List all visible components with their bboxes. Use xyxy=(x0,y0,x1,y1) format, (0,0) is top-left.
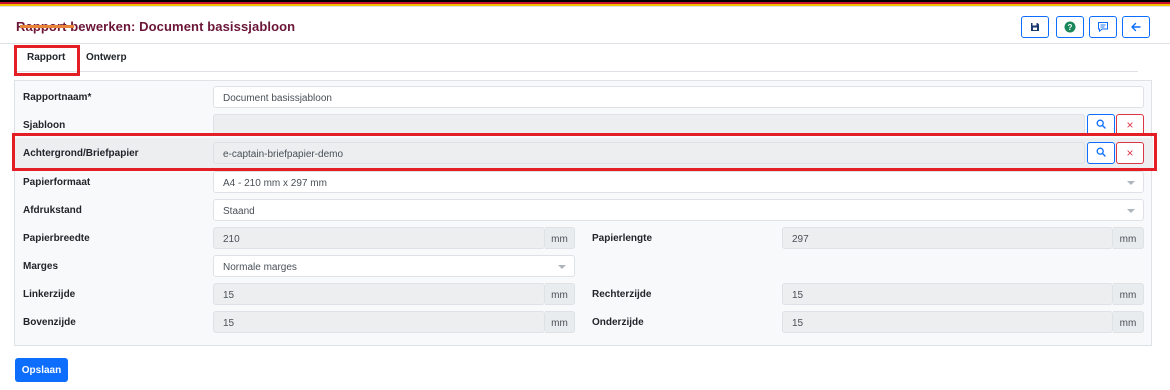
label-papierbreedte: Papierbreedte xyxy=(23,233,90,244)
tab-bar: Rapport Ontwerp xyxy=(14,44,1138,72)
papierbreedte-input[interactable]: 210 xyxy=(213,227,545,249)
search-icon xyxy=(1096,116,1106,134)
rapportnaam-input[interactable]: Document basissjabloon xyxy=(213,86,1144,108)
save-icon xyxy=(1030,22,1040,32)
help-icon-button[interactable]: ? xyxy=(1056,16,1084,38)
highlight-box-tab xyxy=(14,45,80,76)
help-icon: ? xyxy=(1064,21,1076,33)
highlight-box-achtergrond xyxy=(12,133,1157,171)
label-rechterzijde: Rechterzijde xyxy=(592,289,652,300)
bovenzijde-input[interactable]: 15 xyxy=(213,311,545,333)
papierlengte-input[interactable]: 297 xyxy=(782,227,1113,249)
save-icon-button[interactable] xyxy=(1021,16,1049,38)
label-marges: Marges xyxy=(23,261,59,272)
comment-icon xyxy=(1097,21,1109,33)
label-sjabloon: Sjabloon xyxy=(23,120,66,131)
papierlengte-unit: mm xyxy=(1113,227,1144,249)
linkerzijde-input[interactable]: 15 xyxy=(213,283,545,305)
afdrukstand-select[interactable]: Staand xyxy=(213,199,1144,221)
close-icon: × xyxy=(1126,118,1134,132)
linkerzijde-unit: mm xyxy=(545,283,575,305)
label-papierlengte: Papierlengte xyxy=(592,233,653,244)
label-onderzijde: Onderzijde xyxy=(592,317,644,328)
tab-ontwerp[interactable]: Ontwerp xyxy=(86,52,127,63)
marges-select[interactable]: Normale marges xyxy=(213,255,575,277)
label-rapportnaam: Rapportnaam* xyxy=(23,92,92,103)
save-button[interactable]: Opslaan xyxy=(15,358,68,382)
papierformaat-select[interactable]: A4 - 210 mm x 297 mm xyxy=(213,171,1144,193)
label-afdrukstand: Afdrukstand xyxy=(23,205,82,216)
arrow-left-icon xyxy=(1130,21,1142,33)
comment-icon-button[interactable] xyxy=(1089,16,1117,38)
label-papierformaat: Papierformaat xyxy=(23,177,91,188)
label-bovenzijde: Bovenzijde xyxy=(23,317,76,328)
bovenzijde-unit: mm xyxy=(545,311,575,333)
label-linkerzijde: Linkerzijde xyxy=(23,289,76,300)
active-tab-indicator xyxy=(20,25,74,28)
rechterzijde-unit: mm xyxy=(1113,283,1144,305)
svg-text:?: ? xyxy=(1068,23,1073,32)
page-header: Rapport bewerken: Document basissjabloon… xyxy=(0,7,1170,44)
onderzijde-unit: mm xyxy=(1113,311,1144,333)
papierbreedte-unit: mm xyxy=(545,227,575,249)
back-button[interactable] xyxy=(1122,16,1150,38)
rechterzijde-input[interactable]: 15 xyxy=(782,283,1113,305)
onderzijde-input[interactable]: 15 xyxy=(782,311,1113,333)
